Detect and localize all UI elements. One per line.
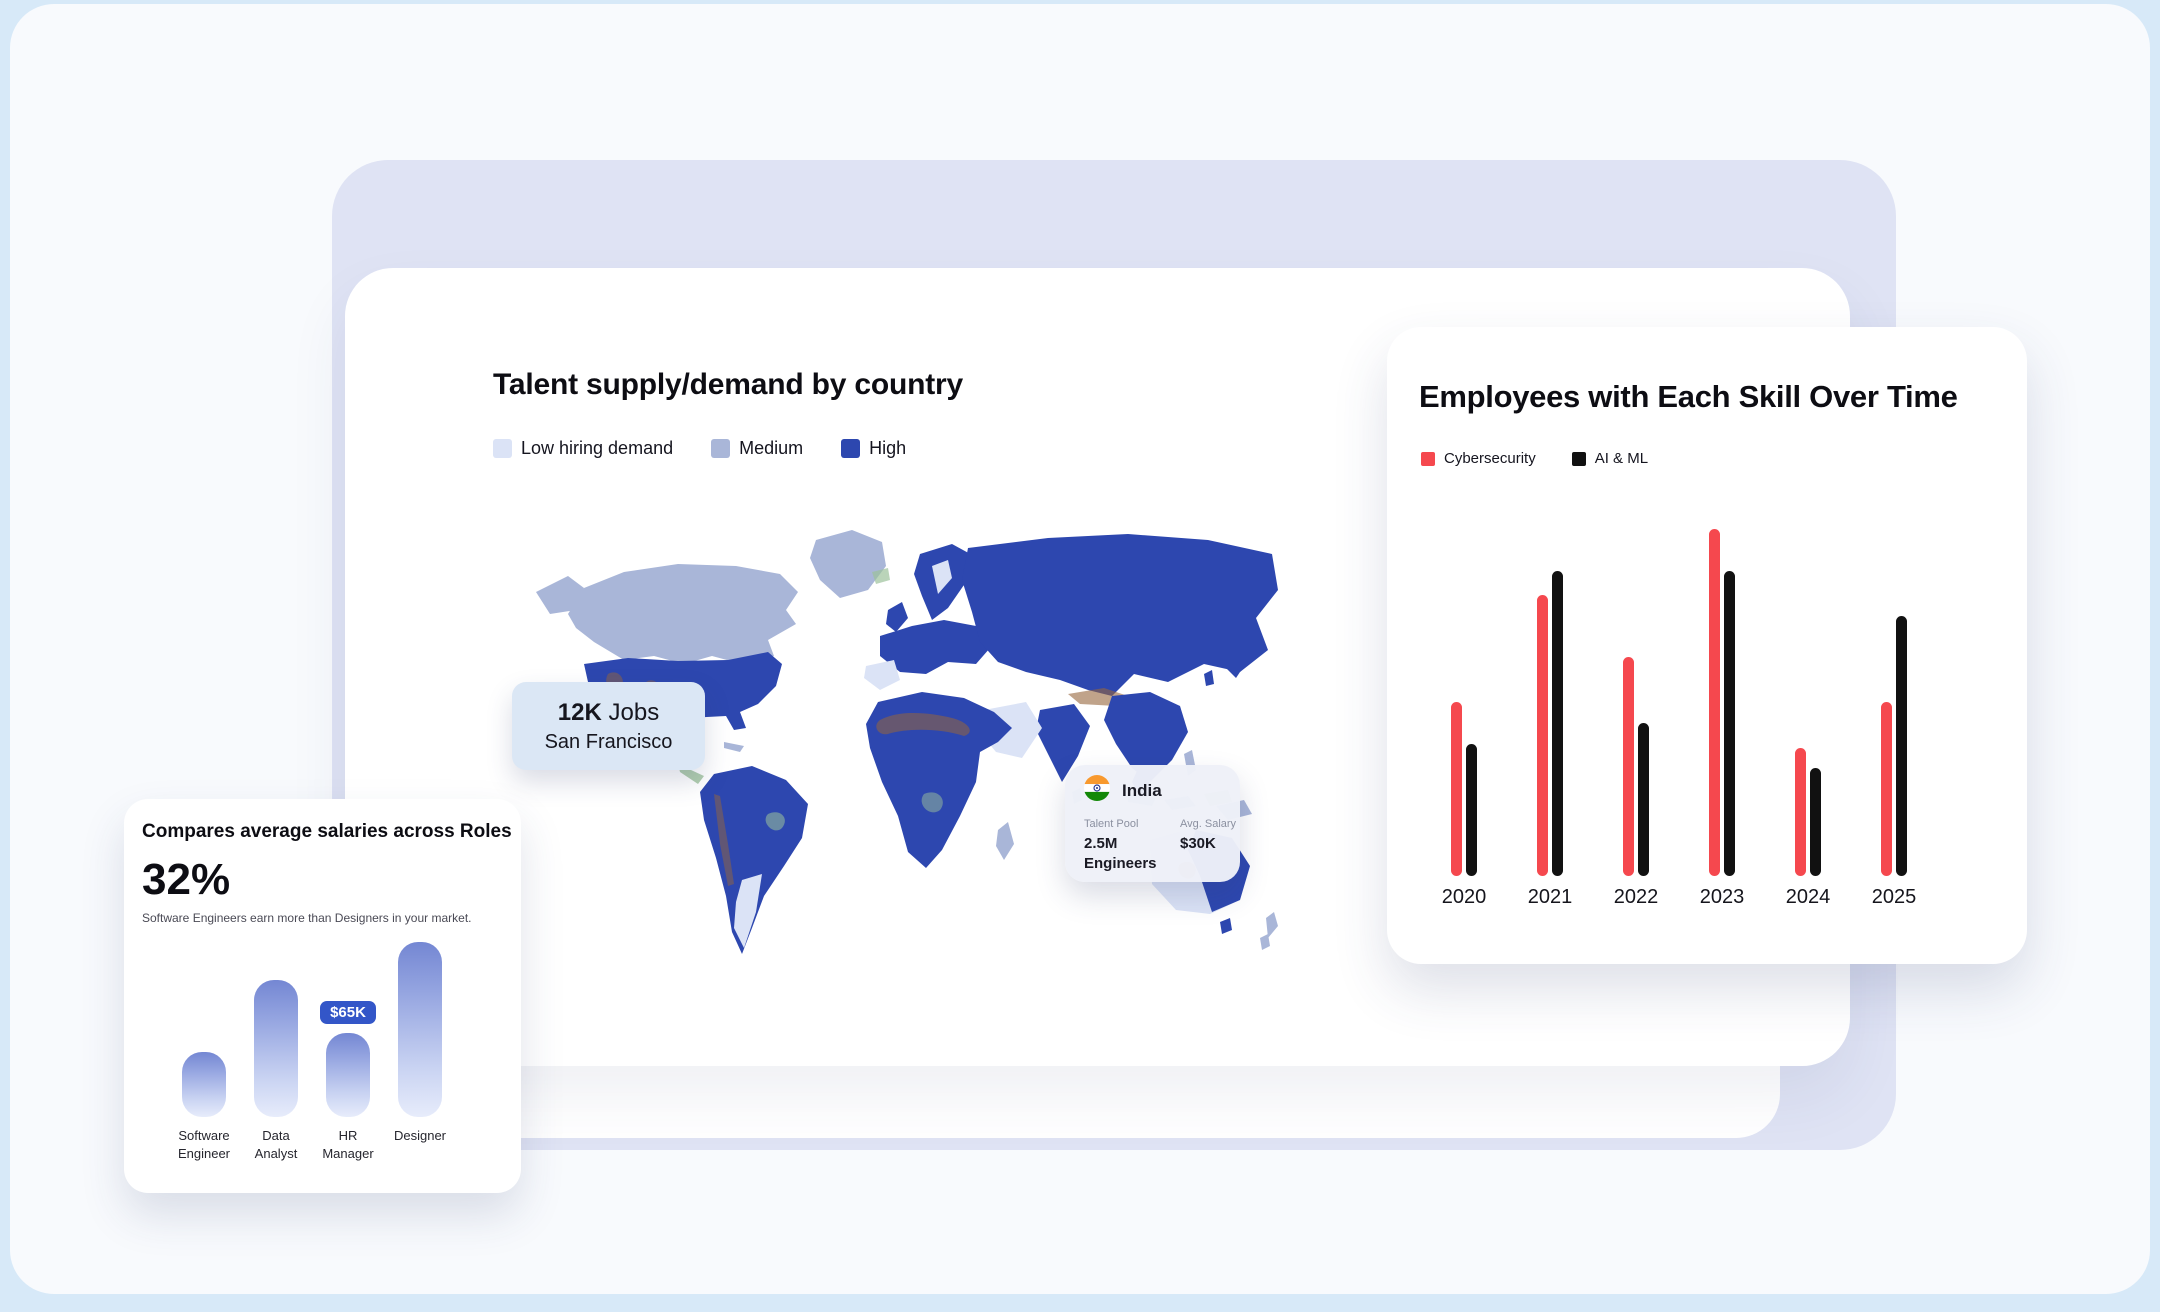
legend-swatch-ai-ml-icon: [1572, 452, 1586, 466]
skills-chart: 2020 2021 2022 2023 2024 2025: [1421, 526, 1937, 909]
x-tick-label: Designer: [384, 1127, 456, 1145]
map-legend: Low hiring demand Medium High: [493, 438, 906, 459]
map-card-title: Talent supply/demand by country: [493, 368, 963, 402]
x-tick-label: 2021: [1528, 886, 1573, 909]
legend-label: Medium: [739, 438, 803, 459]
city-label: San Francisco: [545, 731, 673, 754]
legend-label: High: [869, 438, 906, 459]
salary-bar-column: Software Engineer: [168, 905, 240, 1163]
bar-hr-manager[interactable]: [326, 1033, 370, 1117]
legend-item-cybersecurity[interactable]: Cybersecurity: [1421, 450, 1536, 467]
x-tick-label: 2023: [1700, 886, 1745, 909]
x-tick-label: 2020: [1442, 886, 1487, 909]
skills-over-time-card: Employees with Each Skill Over Time Cybe…: [1387, 327, 2027, 964]
legend-swatch-low-icon: [493, 439, 512, 458]
talent-pool-label: Talent Pool: [1084, 818, 1180, 830]
salary-card-title: Compares average salaries across Roles: [142, 821, 512, 843]
india-tooltip: India Talent Pool 2.5M Engineers Avg. Sa…: [1065, 765, 1240, 882]
avg-salary-value: $30K: [1180, 834, 1252, 854]
bar-ai-ml-2020[interactable]: [1466, 744, 1477, 876]
country-name: India: [1122, 781, 1162, 801]
skills-bar-group: 2020: [1421, 526, 1507, 909]
bar-cybersecurity-2021[interactable]: [1537, 595, 1548, 876]
x-tick-label: HR Manager: [312, 1127, 384, 1163]
bar-ai-ml-2022[interactable]: [1638, 723, 1649, 876]
bar-cybersecurity-2023[interactable]: [1709, 529, 1720, 876]
legend-swatch-medium-icon: [711, 439, 730, 458]
x-tick-label: Software Engineer: [168, 1127, 240, 1163]
bar-ai-ml-2025[interactable]: [1896, 616, 1907, 876]
skills-legend: Cybersecurity AI & ML: [1421, 450, 1648, 467]
san-francisco-tooltip: 12K Jobs San Francisco: [512, 682, 705, 770]
bar-cybersecurity-2022[interactable]: [1623, 657, 1634, 876]
salary-bar-column: Designer: [384, 905, 456, 1163]
legend-item-low[interactable]: Low hiring demand: [493, 438, 673, 459]
x-tick-label: 2022: [1614, 886, 1659, 909]
bar-ai-ml-2021[interactable]: [1552, 571, 1563, 876]
skills-card-title: Employees with Each Skill Over Time: [1419, 379, 1958, 415]
legend-swatch-high-icon: [841, 439, 860, 458]
legend-swatch-cybersecurity-icon: [1421, 452, 1435, 466]
legend-label: AI & ML: [1595, 450, 1648, 467]
bar-data-analyst[interactable]: [254, 980, 298, 1117]
legend-label: Low hiring demand: [521, 438, 673, 459]
jobs-unit: Jobs: [602, 699, 659, 726]
avg-salary-label: Avg. Salary: [1180, 818, 1240, 830]
legend-item-medium[interactable]: Medium: [711, 438, 803, 459]
salary-bar-column: $65K HR Manager: [312, 905, 384, 1163]
bar-cybersecurity-2020[interactable]: [1451, 702, 1462, 876]
legend-item-high[interactable]: High: [841, 438, 906, 459]
jobs-value: 12K Jobs: [558, 699, 659, 727]
legend-item-ai-ml[interactable]: AI & ML: [1572, 450, 1648, 467]
jobs-count: 12K: [558, 699, 602, 726]
salary-chart: Software EngineerData Analyst $65K HR Mana…: [168, 905, 456, 1163]
salary-stat: 32%: [142, 855, 230, 905]
x-tick-label: 2024: [1786, 886, 1831, 909]
india-flag-icon: [1084, 775, 1110, 806]
legend-label: Cybersecurity: [1444, 450, 1536, 467]
skills-bar-group: 2022: [1593, 526, 1679, 909]
x-tick-label: 2025: [1872, 886, 1917, 909]
bar-ai-ml-2023[interactable]: [1724, 571, 1735, 876]
page: Talent supply/demand by country Low hiri…: [0, 0, 2160, 1312]
x-tick-label: Data Analyst: [240, 1127, 312, 1163]
skills-bar-group: 2025: [1851, 526, 1937, 909]
skills-bar-group: 2021: [1507, 526, 1593, 909]
salary-compare-card: Compares average salaries across Roles 3…: [124, 799, 521, 1193]
skills-bar-group: 2023: [1679, 526, 1765, 909]
bar-designer[interactable]: [398, 942, 442, 1117]
talent-pool-value: 2.5M Engineers: [1084, 834, 1156, 873]
skills-bar-group: 2024: [1765, 526, 1851, 909]
bar-cybersecurity-2025[interactable]: [1881, 702, 1892, 876]
bar-ai-ml-2024[interactable]: [1810, 768, 1821, 876]
bar-cybersecurity-2024[interactable]: [1795, 748, 1806, 876]
bar-software-engineer[interactable]: [182, 1052, 226, 1117]
salary-badge: $65K: [320, 1001, 376, 1024]
salary-bar-column: Data Analyst: [240, 905, 312, 1163]
